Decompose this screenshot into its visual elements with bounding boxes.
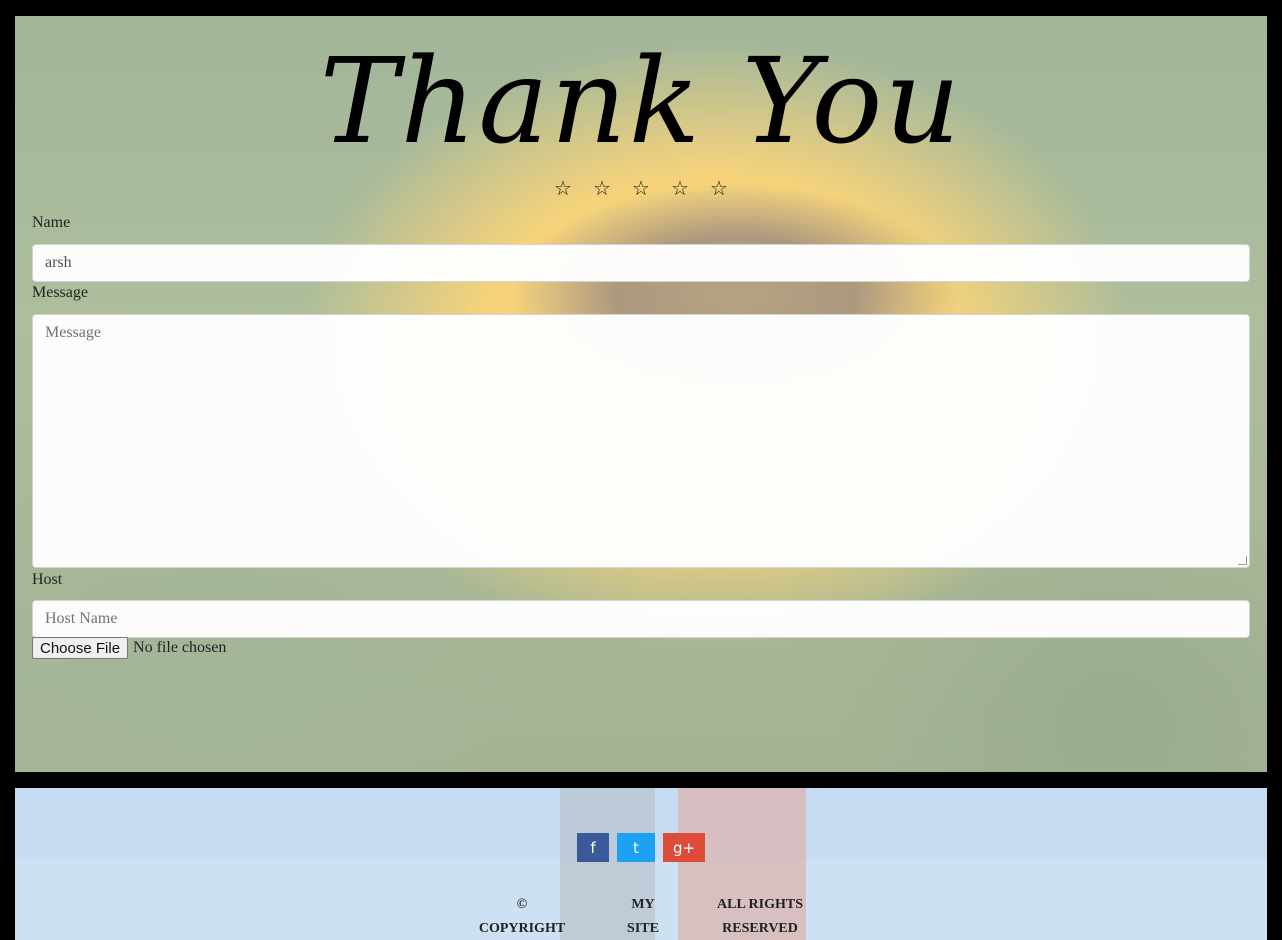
social-links: f t g+ bbox=[15, 833, 1267, 862]
star-rating[interactable]: ☆ ☆ ☆ ☆ ☆ bbox=[15, 176, 1267, 201]
site-name: SITE bbox=[627, 921, 659, 936]
rights-text: ALL RIGHTS bbox=[717, 897, 803, 912]
host-input[interactable]: Host Name bbox=[32, 600, 1250, 638]
google-plus-icon[interactable]: g+ bbox=[663, 833, 705, 862]
site-name: MY bbox=[631, 897, 655, 912]
host-label: Host bbox=[32, 571, 63, 588]
name-input[interactable]: arsh bbox=[32, 244, 1250, 282]
file-status: No file chosen bbox=[133, 639, 227, 656]
resize-handle-icon[interactable] bbox=[1238, 556, 1247, 565]
rights-text: RESERVED bbox=[722, 921, 798, 936]
thank-you-card: Thank You ☆ ☆ ☆ ☆ ☆ Name arsh Message Me… bbox=[15, 16, 1267, 772]
message-textarea[interactable]: Message bbox=[32, 314, 1250, 568]
file-upload: Choose File No file chosen bbox=[32, 637, 226, 659]
copyright-text: © COPYRIGHT bbox=[478, 897, 566, 936]
name-label: Name bbox=[32, 214, 71, 231]
page-title: Thank You bbox=[319, 32, 963, 170]
twitter-icon[interactable]: t bbox=[617, 833, 655, 862]
star-icon[interactable]: ☆ bbox=[624, 176, 658, 201]
footer: f t g+ © COPYRIGHT 2019 MY SITE ALL RIGH… bbox=[15, 788, 1267, 940]
copyright: © COPYRIGHT 2019 MY SITE ALL RIGHTS RESE… bbox=[15, 893, 1267, 940]
message-label: Message bbox=[32, 284, 88, 301]
star-icon[interactable]: ☆ bbox=[702, 176, 736, 201]
star-icon[interactable]: ☆ bbox=[585, 176, 619, 201]
star-icon[interactable]: ☆ bbox=[546, 176, 580, 201]
star-icon[interactable]: ☆ bbox=[663, 176, 697, 201]
message-placeholder: Message bbox=[45, 324, 101, 341]
facebook-icon[interactable]: f bbox=[577, 833, 609, 862]
choose-file-button[interactable]: Choose File bbox=[32, 637, 129, 659]
